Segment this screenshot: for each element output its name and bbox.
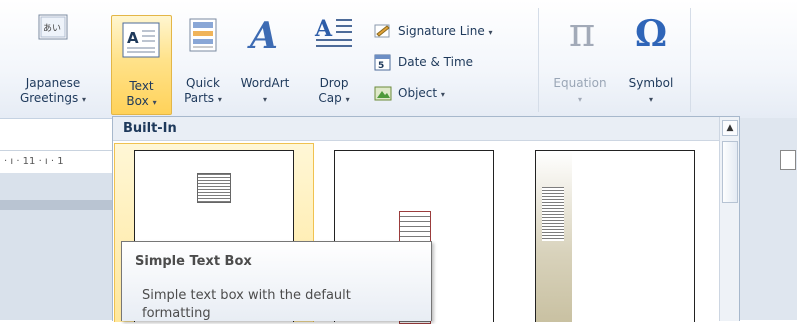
- scroll-thumb[interactable]: [722, 141, 738, 203]
- gallery-item-alphabet-sidebar[interactable]: [535, 150, 695, 322]
- svg-text:A: A: [127, 29, 139, 47]
- quick-parts-label-1: Quick: [186, 76, 220, 90]
- dropdown-arrow-icon: ▾: [82, 95, 87, 104]
- symbol-button[interactable]: Ω Symbol ▾: [618, 10, 684, 110]
- group-separator: [690, 8, 691, 112]
- view-ruler-icon[interactable]: [780, 150, 796, 170]
- page-shadow: [0, 200, 118, 210]
- drop-cap-label-1: Drop: [319, 76, 349, 90]
- signature-line-icon: [374, 22, 392, 40]
- object-button[interactable]: Object ▾: [374, 82, 445, 104]
- text-box-button[interactable]: A Text Box ▾: [111, 15, 172, 115]
- quick-parts-button[interactable]: Quick Parts ▾: [176, 10, 230, 110]
- text-box-preview: [197, 173, 231, 203]
- japanese-greeting-card-icon: あい: [38, 14, 68, 40]
- dropdown-arrow-icon: ▾: [577, 95, 582, 104]
- japanese-greetings-button[interactable]: あい Japanese Greetings ▾: [10, 10, 96, 110]
- text-box-label-2: Box: [126, 94, 149, 108]
- tooltip-body: Simple text box with the default formatt…: [142, 288, 351, 321]
- wordart-icon: A: [246, 14, 284, 57]
- object-icon: [374, 84, 392, 102]
- equation-button[interactable]: π Equation ▾: [545, 10, 615, 110]
- dropdown-arrow-icon: ▾: [648, 95, 653, 104]
- dropdown-arrow-icon: ▾: [488, 28, 493, 37]
- wordart-label: WordArt: [240, 76, 290, 90]
- japanese-greetings-label-2: Greetings: [19, 91, 79, 105]
- quick-parts-label-2: Parts: [184, 91, 215, 105]
- object-label: Object: [398, 86, 438, 100]
- dropdown-arrow-icon: ▾: [152, 98, 157, 107]
- ribbon-insert-tab: あい Japanese Greetings ▾ A Text Box ▾ Qui…: [0, 0, 797, 119]
- date-time-icon: 5: [374, 53, 392, 71]
- date-time-label: Date & Time: [398, 55, 474, 69]
- svg-text:い: い: [52, 24, 61, 34]
- gallery-scrollbar[interactable]: ▲: [719, 117, 739, 321]
- sidebar-text-preview: [542, 187, 564, 241]
- drop-cap-icon: A: [314, 14, 354, 52]
- date-time-button[interactable]: 5 Date & Time: [374, 51, 473, 73]
- scroll-up-arrow-icon[interactable]: ▲: [722, 120, 738, 136]
- dropdown-arrow-icon: ▾: [217, 95, 222, 104]
- group-separator: [538, 8, 539, 112]
- text-box-icon: A: [122, 22, 160, 58]
- signature-line-label: Signature Line: [398, 24, 485, 38]
- equation-icon: π: [568, 10, 596, 56]
- document-background: [0, 173, 118, 320]
- dropdown-arrow-icon: ▾: [345, 95, 350, 104]
- symbol-icon: Ω: [634, 13, 668, 55]
- drop-cap-label-2: Cap: [318, 91, 342, 105]
- svg-text:あ: あ: [43, 23, 52, 34]
- wordart-button[interactable]: A WordArt ▾: [232, 10, 298, 110]
- quick-parts-icon: [189, 18, 217, 52]
- japanese-greetings-label-1: Japanese: [25, 76, 81, 90]
- drop-cap-button[interactable]: A Drop Cap ▾: [306, 10, 362, 110]
- dropdown-arrow-icon: ▾: [262, 95, 267, 104]
- signature-line-button[interactable]: Signature Line ▾: [374, 20, 493, 42]
- dropdown-arrow-icon: ▾: [440, 90, 445, 99]
- tooltip-title: Simple Text Box: [135, 254, 252, 269]
- svg-text:A: A: [314, 16, 333, 42]
- symbol-label: Symbol: [628, 76, 674, 90]
- right-pane: [740, 118, 797, 320]
- tooltip: Simple Text Box Simple text box with the…: [121, 241, 432, 321]
- gallery-header: Built-In: [113, 117, 727, 141]
- svg-text:A: A: [247, 15, 278, 54]
- horizontal-ruler: · ı · 11 · ı · 1: [0, 150, 122, 174]
- text-box-label-1: Text: [129, 79, 154, 93]
- equation-label: Equation: [553, 76, 607, 90]
- svg-text:5: 5: [378, 61, 384, 71]
